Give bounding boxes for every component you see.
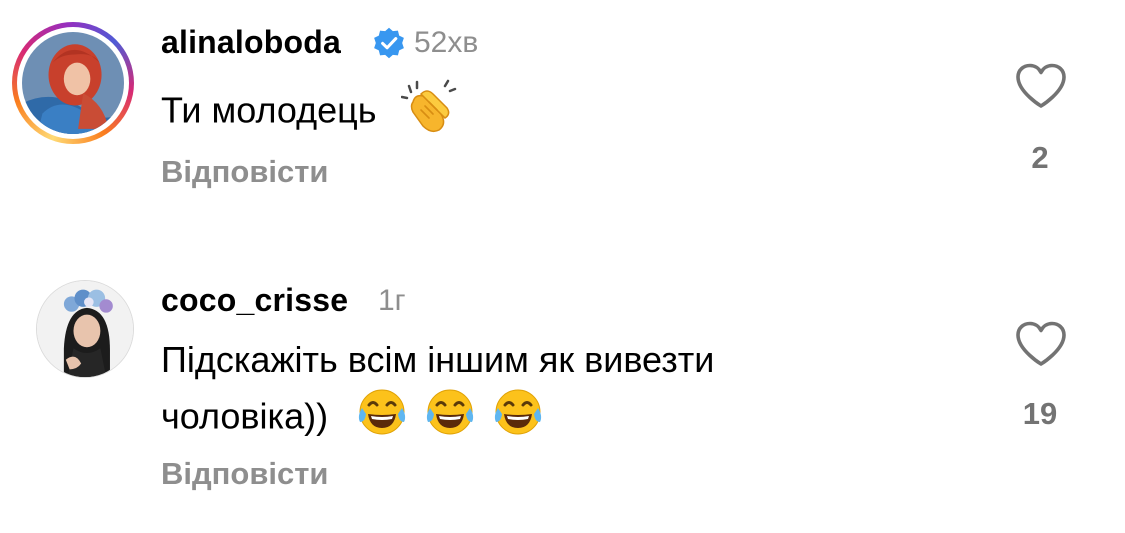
tears-of-joy-emoji-icon bbox=[424, 386, 476, 452]
like-heart-icon[interactable] bbox=[1014, 62, 1068, 110]
avatar-story-ring[interactable] bbox=[12, 22, 134, 144]
like-count: 19 bbox=[1022, 396, 1058, 431]
comment-text-line: чоловіка)) bbox=[161, 395, 329, 437]
reply-button[interactable]: Відповісти bbox=[161, 154, 329, 190]
tears-of-joy-emoji-icon bbox=[356, 386, 408, 452]
clapping-hands-emoji-icon bbox=[400, 78, 457, 148]
avatar[interactable] bbox=[22, 32, 124, 134]
like-heart-icon[interactable] bbox=[1014, 320, 1068, 368]
username[interactable]: coco_crisse bbox=[161, 282, 348, 319]
comment-item: coco_crisse 1г Підскажіть всім іншим як … bbox=[0, 270, 1125, 533]
comment-text: Ти молодець bbox=[161, 78, 457, 148]
comment-text-line: Підскажіть всім іншим як вивезти bbox=[161, 339, 715, 380]
comment-timestamp: 1г bbox=[378, 284, 406, 317]
comment-text: Підскажіть всім іншим як вивезти чоловік… bbox=[161, 334, 881, 452]
avatar-image bbox=[37, 281, 133, 377]
like-count: 2 bbox=[1031, 140, 1049, 175]
username[interactable]: alinaloboda bbox=[161, 24, 341, 61]
tears-of-joy-emoji-icon bbox=[492, 386, 544, 452]
verified-badge-icon bbox=[372, 26, 406, 60]
reply-button[interactable]: Відповісти bbox=[161, 456, 329, 492]
comment-item: alinaloboda 52хв Ти молодець Відповісти … bbox=[0, 0, 1125, 240]
avatar[interactable] bbox=[36, 280, 134, 378]
comment-text-content: Ти молодець bbox=[161, 89, 377, 131]
comment-timestamp: 52хв bbox=[414, 26, 479, 59]
